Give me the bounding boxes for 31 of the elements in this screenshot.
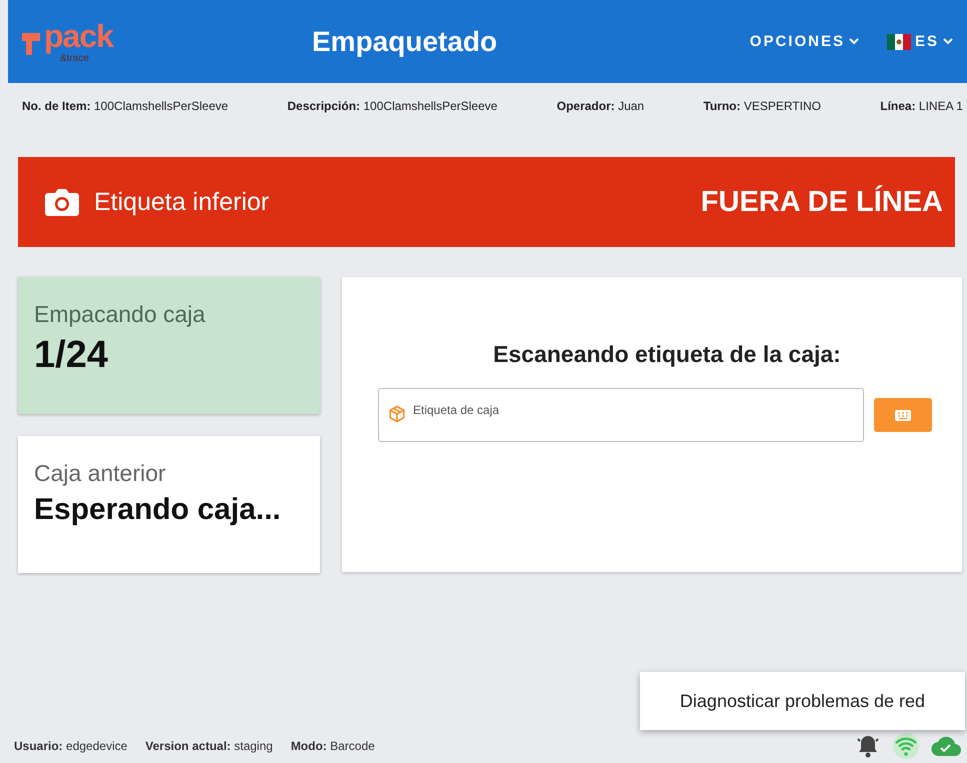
logo-text: pack	[44, 20, 113, 52]
language-menu[interactable]: ES	[886, 33, 953, 50]
info-field: Línea: LINEA 1	[880, 99, 963, 113]
banner-status: FUERA DE LÍNEA	[700, 186, 943, 218]
box-label-field[interactable]: Etiqueta de caja	[378, 388, 864, 442]
keyboard-button[interactable]	[874, 398, 932, 432]
camera-icon	[44, 187, 80, 217]
page-title: Empaquetado	[312, 26, 498, 58]
logo-tagline: &trace	[60, 52, 89, 64]
chevron-down-icon	[943, 38, 953, 45]
mexico-flag-icon	[886, 34, 911, 50]
chevron-down-icon	[848, 38, 859, 45]
info-field: Descripción: 100ClamshellsPerSleeve	[287, 99, 498, 113]
wifi-icon[interactable]	[891, 733, 921, 759]
info-field: Operador: Juan	[556, 99, 644, 113]
footer-field: Usuario: edgedevice	[14, 739, 128, 753]
footer-field: Modo: Barcode	[290, 739, 375, 753]
card-value: Esperando caja...	[34, 493, 282, 527]
card-value: 1/24	[34, 334, 109, 377]
options-menu[interactable]: OPCIONES	[750, 33, 859, 50]
scan-title: Escaneando etiqueta de la caja:	[493, 341, 841, 368]
cloud-check-icon[interactable]	[931, 735, 961, 757]
info-field: No. de Item: 100ClamshellsPerSleeve	[22, 99, 228, 113]
bell-icon[interactable]	[855, 733, 881, 759]
tooltip: Diagnosticar problemas de red	[640, 672, 965, 730]
card-label: Caja anterior	[34, 460, 167, 487]
keyboard-icon	[895, 410, 911, 420]
footer-field: Version actual: staging	[145, 739, 273, 753]
banner-label: Etiqueta inferior	[94, 188, 270, 216]
info-field: Turno: VESPERTINO	[703, 99, 821, 113]
card-label: Empacando caja	[34, 301, 206, 328]
